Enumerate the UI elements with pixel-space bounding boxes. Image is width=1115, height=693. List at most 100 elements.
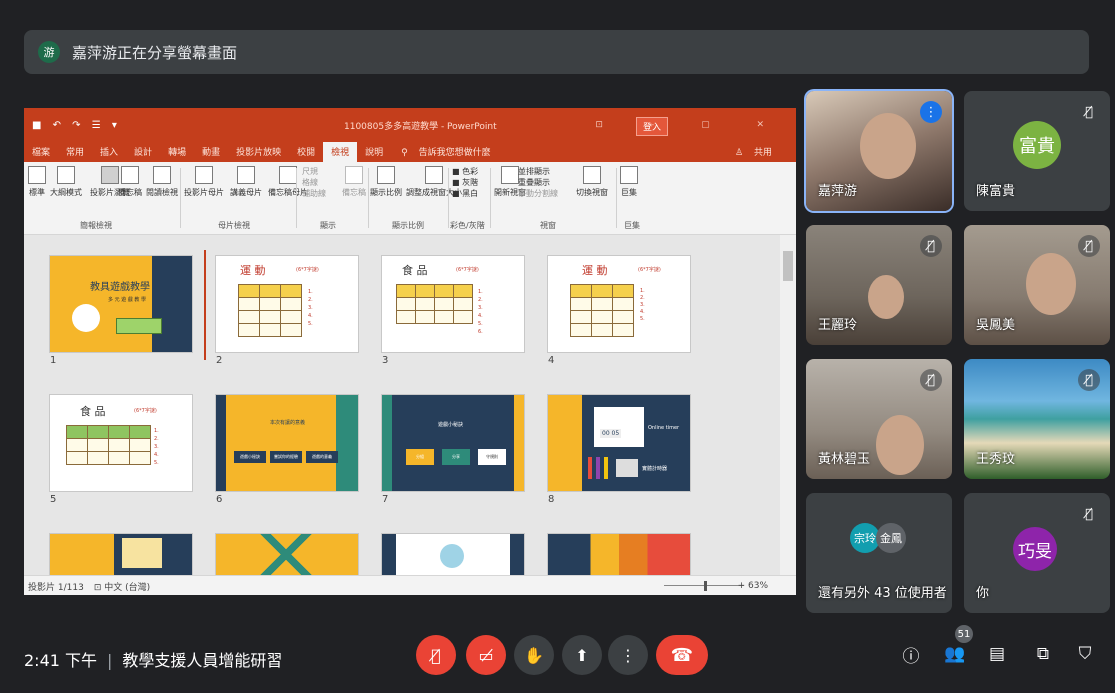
slide-title: 教具遊戲教學 (90, 282, 150, 293)
camera-off-icon[interactable]: ▭̸ (466, 635, 506, 675)
more-options-icon[interactable]: ⋮ (608, 635, 648, 675)
slide-box: 嘗試你的經驗 (270, 451, 302, 463)
participant-tile[interactable]: 🎙̸ 吳鳳美 (964, 225, 1110, 345)
slide-number: 4 (548, 355, 555, 366)
ribbon-notes-toggle: 備忘稿 (342, 166, 366, 198)
mic-off-icon: 🎙̸ (1078, 235, 1100, 257)
participant-name: 吳鳳美 (976, 318, 1016, 333)
ribbon-show-options: 尺規 格線 輔助線 (302, 167, 326, 198)
slide-tag: (6*7字謎) (134, 408, 157, 414)
participant-name: 黃林碧玉 (818, 452, 871, 467)
ppt-tab: 動畫 (202, 148, 221, 158)
ppt-doc-title: 1100805多多高遊教學 - PowerPoint (344, 121, 497, 132)
ppt-tab: 插入 (100, 148, 119, 158)
slide-thumb-10 (216, 534, 358, 575)
slide-number: 7 (382, 494, 389, 505)
ppt-tab: 投影片放映 (236, 148, 282, 158)
speaking-icon: ⋮ (920, 101, 942, 123)
mic-off-icon: 🎙̸ (920, 235, 942, 257)
slide-thumb-6: 本次有讓的意義 遊戲小秘訣 嘗試你的經驗 遊戲的意義 (216, 395, 358, 491)
others-tile[interactable]: 宗玲 金鳳 還有另外 43 位使用者 (806, 493, 952, 613)
mic-off-icon: 🎙̸ (920, 369, 942, 391)
money-illustration (116, 318, 162, 334)
ppt-tab: 常用 (66, 148, 85, 158)
ppt-tab: 設計 (134, 148, 153, 158)
slide-title: 食 品 (80, 405, 106, 418)
participant-tile[interactable]: 🎙̸ 王秀玟 (964, 359, 1110, 479)
slide-number: 1 (50, 355, 57, 366)
present-screen-icon[interactable]: ⬆ (562, 635, 602, 675)
slide-thumb-3: 食 品 (6*7字謎) 1. 2. 3. 4. 5. 6. (382, 256, 524, 352)
participant-name: 你 (976, 586, 990, 601)
slide-thumb-12 (548, 534, 690, 575)
slide-thumb-7: 遊戲小秘訣 分組 分享 守規則 (382, 395, 524, 491)
slide-thumb-11 (382, 534, 524, 575)
ppt-share: ♙ 共用 (735, 148, 772, 158)
group-label: 巨集 (624, 221, 640, 230)
status-slide-count: 投影片 1/113 (28, 582, 84, 593)
raise-hand-icon[interactable]: ✋ (514, 635, 554, 675)
slide-box: 分組 (406, 449, 434, 465)
meeting-controls-bar: 2:41 下午 | 教學支援人員增能研習 🎙̸ ▭̸ ✋ ⬆ ⋮ ☎ ⓘ 51 👥 … (0, 625, 1115, 693)
ribbon-normal: 標準 (28, 166, 46, 198)
slide-title: 運 動 (582, 264, 608, 277)
participant-name: 王麗玲 (818, 318, 858, 333)
self-tile[interactable]: 巧旻 🎙̸ 你 (964, 493, 1110, 613)
slide-number: 5 (50, 494, 57, 505)
slide-subtitle: 多 元 遊 戲 教 學 (108, 297, 146, 303)
ribbon-handout-master: 講義母片 (230, 166, 262, 198)
mic-off-icon[interactable]: 🎙̸ (416, 635, 456, 675)
slide-box: 遊戲的意義 (306, 451, 338, 463)
slide-box: 守規則 (478, 449, 506, 465)
slide-number: 6 (216, 494, 223, 505)
participant-tile[interactable]: 🎙̸ 黃林碧玉 (806, 359, 952, 479)
ribbon-slide-master: 投影片母片 (184, 166, 224, 198)
participant-tile[interactable]: 🎙̸ 王麗玲 (806, 225, 952, 345)
presenter-avatar: 游 (38, 41, 60, 63)
participant-avatar: 巧旻 (1013, 527, 1057, 571)
participant-tile[interactable]: ⋮ 嘉萍游 (806, 91, 952, 211)
mic-off-icon: 🎙̸ (1078, 101, 1100, 123)
ribbon-reading: 閱讀檢視 (146, 166, 178, 198)
ppt-tab: 說明 (365, 148, 384, 158)
ribbon-window-options: 並排顯示 重疊顯示 移動分割線 (518, 167, 558, 198)
meeting-title: 教學支援人員增能研習 (122, 651, 283, 670)
host-controls-icon[interactable]: ⛉ (1072, 641, 1098, 667)
slide-number: 2 (216, 355, 223, 366)
others-label: 還有另外 43 位使用者 (818, 586, 947, 601)
group-label: 顯示 (320, 221, 336, 230)
slide-box: 遊戲小秘訣 (234, 451, 266, 463)
slide-thumb-2: 運 動 (6*7字謎) 1. 2. 3. 4. 5. (216, 256, 358, 352)
slide-box: 分享 (442, 449, 470, 465)
activities-icon[interactable]: ⧉ (1030, 641, 1056, 667)
status-zoom: + 63% (737, 581, 768, 591)
word-grid (396, 284, 473, 324)
participant-avatar: 金鳳 (876, 523, 906, 553)
slide-tag: (6*7字謎) (296, 267, 319, 273)
participant-name: 陳富貴 (976, 184, 1016, 199)
slide-title: 本次有讓的意義 (270, 420, 306, 426)
info-icon[interactable]: ⓘ (898, 641, 924, 667)
ribbon-notes: 備忘稿 (118, 166, 142, 198)
ppt-ribbon: 標準 大綱模式 投影片瀏覽 備忘稿 閱讀檢視 投影片母片 講義母片 備忘稿母片 … (24, 162, 796, 235)
ribbon-zoom: 顯示比例 (370, 166, 402, 198)
slide-tag: (6*7字謎) (456, 267, 479, 273)
leave-call-button[interactable]: ☎ (656, 635, 708, 675)
word-grid (66, 425, 151, 465)
shared-screen: ■ ↶ ↷ ☰ ▾ 1100805多多高遊教學 - PowerPoint 登入 … (24, 108, 796, 595)
chat-icon[interactable]: ▤ (984, 641, 1010, 667)
slide-tag: (6*7字謎) (638, 267, 661, 273)
participant-name: 王秀玟 (976, 452, 1016, 467)
slide-thumb-4: 運 動 (6*7字謎) 1. 2. 3. 4. 5. (548, 256, 690, 352)
slide-thumb-8: 00 05 Online timer 實體計時器 (548, 395, 690, 491)
people-icon[interactable]: 👥 (942, 641, 968, 667)
slide-thumb-1: 教具遊戲教學 多 元 遊 戲 教 學 (50, 256, 192, 352)
slide-subtitle: 實體計時器 (642, 466, 668, 472)
status-lang: ⊡ 中文 (台灣) (93, 582, 151, 593)
word-grid (570, 284, 634, 337)
ribbon-switch-window: 切換視窗 (576, 166, 608, 198)
word-grid (238, 284, 302, 337)
participant-tile[interactable]: 富貴 🎙̸ 陳富貴 (964, 91, 1110, 211)
slide-title: Online timer (648, 425, 680, 431)
ppt-tell-me: ⚲ 告訴我您想做什麼 (401, 148, 491, 158)
